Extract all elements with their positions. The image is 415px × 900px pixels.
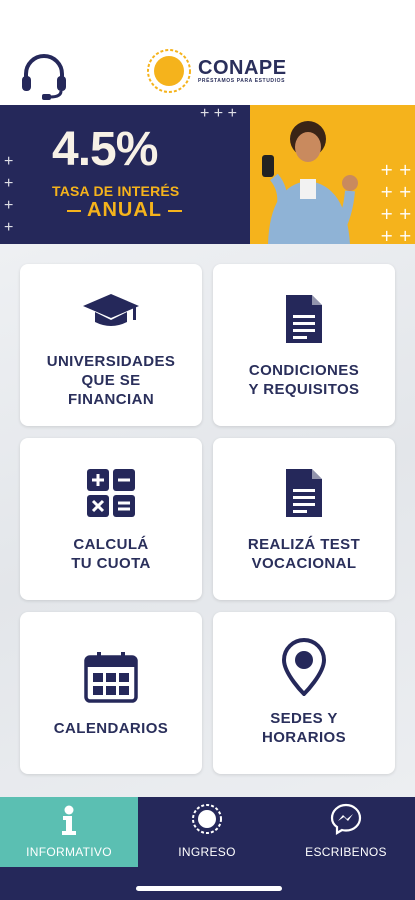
card-label: REALIZÁ TEST — [247, 536, 361, 553]
sun-icon — [192, 804, 222, 834]
location-pin-icon — [281, 638, 327, 696]
card-label: Y REQUISITOS — [248, 381, 360, 398]
headset-icon — [22, 54, 66, 100]
svg-text:+ +: + + — [380, 160, 412, 179]
card-sedes-horarios[interactable]: SEDES Y HORARIOS — [213, 612, 395, 774]
svg-text:+ +: + + — [380, 182, 412, 201]
menu-grid: UNIVERSIDADES QUE SE FINANCIAN CONDICION… — [0, 244, 415, 798]
decor-plus: + — [4, 175, 14, 192]
graduation-cap-icon — [83, 293, 139, 326]
card-calendarios[interactable]: CALENDARIOS — [20, 612, 202, 774]
card-label: TU CUOTA — [71, 555, 151, 572]
messenger-icon — [330, 803, 362, 835]
decor-plus: + + + — [200, 105, 237, 122]
tab-escribenos[interactable]: ESCRIBENOS — [277, 797, 415, 867]
calculator-icon — [87, 469, 135, 517]
rate-caption-annual: ANUAL — [52, 199, 197, 222]
support-button[interactable] — [18, 50, 70, 102]
card-label: QUE SE — [81, 371, 141, 389]
banner-photo-area: + + + + + + + + — [250, 105, 415, 244]
card-label: FINANCIAN — [67, 390, 155, 408]
logo-tagline: PRÉSTAMOS PARA ESTUDIOS — [198, 77, 286, 84]
sun-logo-icon — [147, 49, 191, 93]
decor-plus: + — [4, 153, 14, 170]
card-label: CONDICIONES — [248, 362, 360, 379]
document-icon — [286, 469, 322, 517]
home-indicator[interactable] — [136, 886, 282, 891]
card-label: HORARIOS — [261, 729, 347, 746]
document-icon — [286, 295, 322, 343]
tab-informativo[interactable]: INFORMATIVO — [0, 797, 138, 867]
bottom-tab-bar: INFORMATIVO INGRESO ESCRIBENOS — [0, 797, 415, 900]
decor-plus: + — [4, 219, 14, 236]
tab-label: INGRESO — [178, 845, 236, 859]
card-condiciones[interactable]: CONDICIONES Y REQUISITOS — [213, 264, 395, 426]
logo-name: CONAPE — [198, 56, 287, 79]
tab-label: ESCRIBENOS — [305, 845, 387, 859]
tab-label: INFORMATIVO — [26, 845, 112, 859]
interest-rate: 4.5% — [52, 123, 158, 176]
card-label: CALENDARIOS — [53, 719, 169, 737]
rate-caption: TASA DE INTERÉS — [52, 183, 180, 199]
card-calcula-cuota[interactable]: CALCULÁ TU CUOTA — [20, 438, 202, 600]
card-universidades[interactable]: UNIVERSIDADES QUE SE FINANCIAN — [20, 264, 202, 426]
card-label: SEDES Y — [270, 710, 338, 727]
calendar-icon — [84, 651, 138, 703]
info-icon — [62, 805, 76, 835]
decor-plus: + — [4, 197, 14, 214]
promo-banner[interactable]: + + + + + + + + + + + + + + + 4.5% TASA … — [0, 105, 415, 244]
card-label: UNIVERSIDADES — [46, 352, 176, 370]
svg-text:+ +: + + — [380, 204, 412, 223]
svg-text:+ +: + + — [380, 226, 412, 244]
card-label: VOCACIONAL — [251, 555, 357, 572]
app-header: CONAPE PRÉSTAMOS PARA ESTUDIOS — [0, 0, 415, 105]
card-test-vocacional[interactable]: REALIZÁ TEST VOCACIONAL — [213, 438, 395, 600]
tab-ingreso[interactable]: INGRESO — [138, 797, 276, 867]
conape-logo: CONAPE PRÉSTAMOS PARA ESTUDIOS — [146, 48, 287, 94]
student-photo: + + + + + + + + — [262, 121, 412, 244]
card-label: CALCULÁ — [73, 536, 149, 553]
